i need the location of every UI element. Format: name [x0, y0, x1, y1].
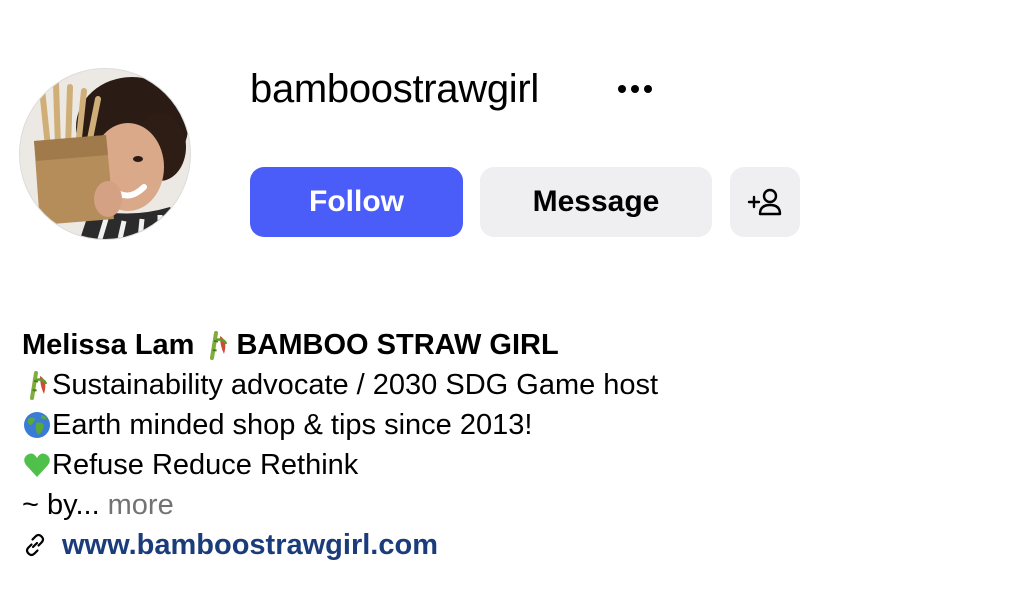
bio-line-4: ~ by... more [22, 485, 922, 525]
bio-name-line: Melissa Lam BAMBOO STRAW GIRL [22, 325, 922, 365]
full-name: Melissa Lam [22, 329, 195, 361]
more-horizontal-icon [618, 85, 652, 93]
follow-button[interactable]: Follow [250, 167, 463, 237]
more-options-button[interactable] [604, 74, 664, 104]
add-person-icon [747, 188, 782, 216]
profile-avatar[interactable] [20, 69, 190, 239]
bio-line-1: Sustainability advocate / 2030 SDG Game … [22, 365, 922, 405]
globe-emoji-icon [22, 410, 52, 440]
bio-line-3: Refuse Reduce Rethink [22, 445, 922, 485]
suggested-accounts-button[interactable] [730, 167, 800, 237]
bio-text-line-4: ~ by... [22, 489, 100, 521]
bio-more-link[interactable]: more [108, 485, 174, 525]
bio-text-line-1: Sustainability advocate / 2030 SDG Game … [52, 369, 659, 401]
bamboo-emoji-icon [202, 330, 232, 360]
website-link[interactable]: www.bamboostrawgirl.com [62, 525, 438, 565]
green-heart-emoji-icon [22, 450, 52, 480]
bio-line-2: Earth minded shop & tips since 2013! [22, 405, 922, 445]
message-button[interactable]: Message [480, 167, 712, 237]
profile-header: bamboostrawgirl Follow Message Melissa L… [0, 0, 1030, 602]
profile-title: BAMBOO STRAW GIRL [236, 329, 559, 361]
profile-username: bamboostrawgirl [250, 67, 539, 111]
bio-text-line-2: Earth minded shop & tips since 2013! [52, 409, 533, 441]
bamboo-emoji-icon [22, 370, 52, 400]
profile-bio: Melissa Lam BAMBOO STRAW GIRL Sustainabi… [22, 325, 922, 565]
website-row[interactable]: www.bamboostrawgirl.com [22, 525, 922, 565]
bio-text-line-3: Refuse Reduce Rethink [52, 449, 359, 481]
avatar-photo [20, 69, 190, 239]
link-icon [25, 533, 45, 557]
